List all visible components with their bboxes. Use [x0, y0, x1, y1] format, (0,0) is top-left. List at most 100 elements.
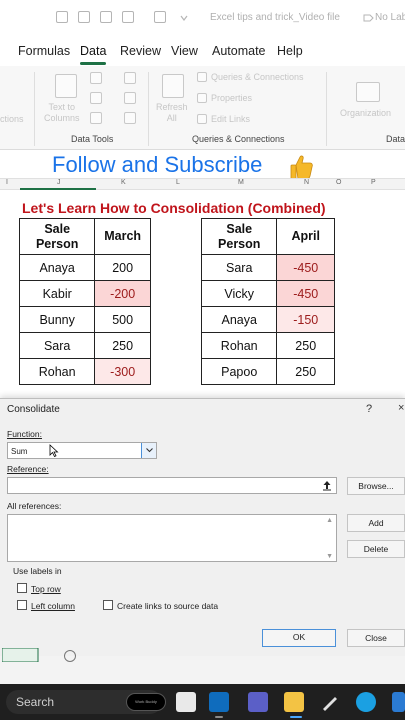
column-letter[interactable]: I	[6, 179, 8, 186]
tab-formulas[interactable]: Formulas	[18, 44, 70, 58]
tab-review[interactable]: Review	[120, 44, 161, 58]
table-header-april[interactable]: April	[276, 218, 335, 255]
scroll-down-icon[interactable]: ▼	[326, 553, 333, 560]
help-icon[interactable]: ?	[366, 403, 372, 415]
flash-fill-icon[interactable]	[90, 72, 102, 84]
column-letter[interactable]: O	[336, 179, 341, 186]
ribbon: ctions Text to Columns Data Tools Refres…	[0, 66, 405, 150]
table-cell-name[interactable]: Kabir	[18, 280, 96, 307]
taskbar-search[interactable]: Search Work Buddy	[6, 690, 166, 714]
outlook-icon[interactable]	[209, 692, 229, 712]
manage-data-model-icon[interactable]	[124, 112, 136, 124]
table-cell-name[interactable]: Bunny	[18, 306, 96, 333]
column-letter[interactable]: P	[371, 179, 376, 186]
folder-icon[interactable]	[284, 692, 304, 712]
autosave-icon[interactable]	[30, 11, 42, 23]
data-validation-icon[interactable]	[90, 112, 102, 124]
properties-icon[interactable]	[197, 93, 207, 103]
top-row-label[interactable]: Top row	[31, 584, 61, 594]
edit-links-label[interactable]: Edit Links	[211, 114, 250, 124]
close-button[interactable]: Close	[347, 629, 405, 647]
grid-icon[interactable]	[122, 11, 134, 23]
edge-icon[interactable]	[356, 692, 376, 712]
function-select[interactable]: Sum	[7, 442, 157, 459]
table-cell-value[interactable]: 500	[94, 306, 151, 333]
remove-duplicates-icon[interactable]	[90, 92, 102, 104]
teams-icon[interactable]	[248, 692, 268, 712]
delete-button[interactable]: Delete	[347, 540, 405, 558]
undo-icon[interactable]	[154, 11, 166, 23]
ok-button[interactable]: OK	[262, 629, 336, 647]
app-icon-partial[interactable]	[392, 692, 405, 712]
text-to-columns-icon[interactable]	[55, 74, 77, 98]
print-icon[interactable]	[78, 11, 90, 23]
table-cell-name[interactable]: Sara	[200, 254, 278, 281]
group-data-tools: Data Tools	[71, 134, 114, 144]
column-letter[interactable]: J	[57, 179, 61, 186]
table-cell-name[interactable]: Rohan	[200, 332, 278, 359]
image-icon[interactable]	[100, 11, 112, 23]
queries-connections-icon[interactable]	[197, 72, 207, 82]
worksheet[interactable]: Follow and Subscribe I J K L M N O P Let…	[0, 150, 405, 400]
organization-label[interactable]: Organization	[340, 108, 391, 118]
create-links-label[interactable]: Create links to source data	[117, 601, 218, 611]
close-icon[interactable]: ×	[398, 402, 404, 414]
tab-help[interactable]: Help	[277, 44, 303, 58]
collapse-dialog-icon[interactable]	[320, 479, 334, 492]
column-letter[interactable]: L	[176, 179, 180, 186]
table-cell-value[interactable]: 250	[276, 358, 335, 385]
sheet-tab-partial[interactable]	[2, 648, 62, 662]
chevron-down-icon[interactable]	[178, 11, 190, 23]
table-cell-value[interactable]: -150	[276, 306, 335, 333]
table-cell-name[interactable]: Vicky	[200, 280, 278, 307]
all-references-list[interactable]: ▲ ▼	[7, 514, 337, 562]
table-cell-value[interactable]: -300	[94, 358, 151, 385]
table-header-march[interactable]: March	[94, 218, 151, 255]
table-cell-value[interactable]: -200	[94, 280, 151, 307]
left-column-checkbox[interactable]	[17, 600, 27, 610]
table-cell-value[interactable]: 250	[94, 332, 151, 359]
sheet-tab-strip	[0, 648, 405, 684]
table-cell-name[interactable]: Rohan	[18, 358, 96, 385]
relationships-icon[interactable]	[124, 92, 136, 104]
add-sheet-icon[interactable]	[64, 650, 76, 662]
text-to-columns-label[interactable]: Text to Columns	[44, 102, 80, 124]
column-letter[interactable]: M	[238, 179, 244, 186]
table-cell-value[interactable]: -450	[276, 280, 335, 307]
pen-icon[interactable]	[320, 692, 340, 712]
column-letter[interactable]: K	[121, 179, 126, 186]
task-view-icon[interactable]	[176, 692, 196, 712]
browse-button[interactable]: Browse...	[347, 477, 405, 495]
tab-data[interactable]: Data	[80, 44, 106, 58]
add-button[interactable]: Add	[347, 514, 405, 532]
create-links-checkbox[interactable]	[103, 600, 113, 610]
properties-label[interactable]: Properties	[211, 93, 252, 103]
refresh-all-icon[interactable]	[162, 74, 184, 98]
table-header-sale-person[interactable]: Sale Person	[200, 218, 278, 255]
sensitivity-label[interactable]: No Label	[375, 12, 405, 23]
table-cell-name[interactable]: Anaya	[18, 254, 96, 281]
tab-automate[interactable]: Automate	[212, 44, 266, 58]
tab-view[interactable]: View	[171, 44, 198, 58]
search-highlight-pill[interactable]: Work Buddy	[126, 693, 166, 711]
scroll-up-icon[interactable]: ▲	[326, 517, 333, 524]
table-cell-name[interactable]: Sara	[18, 332, 96, 359]
table-cell-value[interactable]: 250	[276, 332, 335, 359]
queries-connections-label[interactable]: Queries & Connections	[211, 72, 304, 82]
dialog-title: Consolidate	[7, 404, 60, 415]
consolidate-icon[interactable]	[124, 72, 136, 84]
column-letter[interactable]: N	[304, 179, 309, 186]
refresh-all-label[interactable]: Refresh All	[156, 102, 188, 124]
function-dropdown-button[interactable]	[141, 443, 156, 458]
table-cell-name[interactable]: Papoo	[200, 358, 278, 385]
table-cell-name[interactable]: Anaya	[200, 306, 278, 333]
table-cell-value[interactable]: -450	[276, 254, 335, 281]
left-column-label[interactable]: Left column	[31, 601, 75, 611]
save-icon[interactable]	[56, 11, 68, 23]
table-cell-value[interactable]: 200	[94, 254, 151, 281]
organization-icon[interactable]	[356, 82, 380, 102]
reference-input[interactable]	[7, 477, 337, 494]
top-row-checkbox[interactable]	[17, 583, 27, 593]
table-header-sale-person[interactable]: Sale Person	[18, 218, 96, 255]
edit-links-icon[interactable]	[197, 114, 207, 124]
